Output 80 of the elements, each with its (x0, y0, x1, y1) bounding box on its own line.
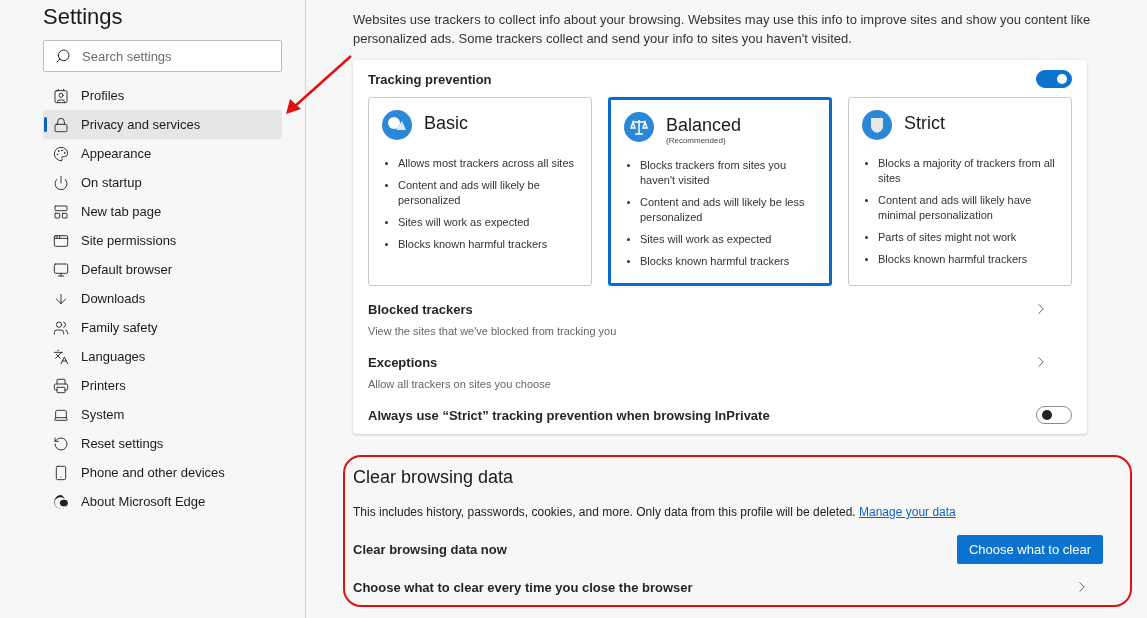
row-title[interactable]: Blocked trackers (368, 302, 473, 317)
sidebar-item[interactable]: Default browser (43, 255, 282, 284)
profile-icon (53, 87, 69, 104)
sidebar-item[interactable]: Reset settings (43, 429, 282, 458)
lock-icon (53, 116, 69, 133)
level-title: Basic (424, 112, 468, 135)
search-icon (55, 48, 71, 64)
bullet-icon (627, 164, 630, 167)
bullet-icon (627, 238, 630, 241)
bullet-icon (865, 258, 868, 261)
sidebar-item[interactable]: About Microsoft Edge (43, 487, 282, 516)
bullet-icon (865, 162, 868, 165)
people-icon (53, 319, 69, 336)
row-title[interactable]: Exceptions (368, 355, 438, 370)
sidebar-item[interactable]: New tab page (43, 197, 282, 226)
level-title: Balanced (666, 114, 742, 137)
bullet-icon (627, 260, 630, 263)
intro-text: Websites use trackers to collect info about your browsing. Websites may use this info to improve sites and show you content like personalized ads. Some trackers collect and send your info to sites you haven't visited. (353, 11, 1092, 48)
printer-icon (53, 377, 69, 394)
inprivate-label: Always use “Strict” tracking prevention when browsing InPrivate (368, 407, 770, 423)
level-card[interactable]: Balanced (Recommended) Blocks trackers from sites you haven't visited Content and ads will likely be less personalized Sites will work as expected Blocks known harmful trackers (608, 97, 832, 286)
choose-button[interactable]: Choose what to clear (956, 535, 1103, 564)
bullet-text: Allows most trackers across all sites (398, 157, 575, 169)
manage-data-link[interactable]: Manage your data (859, 505, 956, 519)
shapes-icon (382, 110, 412, 140)
bullet-text: Blocks a majority of trackers from all sites (878, 157, 1055, 184)
sidebar-item[interactable]: Privacy and services (43, 110, 282, 139)
bullet-text: Blocks known harmful trackers (878, 253, 1028, 265)
sidebar-item[interactable]: Site permissions (43, 226, 282, 255)
bullet-icon (385, 243, 388, 246)
section-description: This includes history, passwords, cookies, and more. Only data from this profile will be deleted. Manage your data (353, 505, 957, 519)
level-title: Strict (904, 112, 945, 135)
sidebar-item[interactable]: Printers (43, 371, 282, 400)
sidebar-item[interactable]: System (43, 400, 282, 429)
section-title: Clear browsing data (353, 467, 515, 488)
row-title: Clear browsing data now (353, 542, 507, 557)
bullet-text: Parts of sites might not work (878, 231, 1017, 243)
phone-icon (53, 464, 69, 481)
bullet-text: Sites will work as expected (398, 216, 530, 228)
sidebar-item[interactable]: Family safety (43, 313, 282, 342)
sidebar-item[interactable]: Profiles (43, 81, 282, 110)
window-icon (53, 232, 69, 249)
settings-title: Settings (43, 4, 124, 30)
sidebar-item[interactable]: On startup (43, 168, 282, 197)
search-field[interactable]: Search settings (43, 40, 282, 72)
tracking-title: Tracking prevention (368, 71, 492, 87)
bullet-icon (385, 184, 388, 187)
languages-icon (53, 348, 69, 365)
row-description: View the sites that we've blocked from tracking you (368, 325, 617, 337)
reset-icon (53, 435, 69, 452)
bullet-text: Sites will work as expected (640, 233, 772, 245)
bullet-text: Content and ads will likely be less personalized (640, 196, 805, 223)
level-subtitle: (Recommended) (666, 136, 727, 145)
toggle-switch[interactable] (1036, 70, 1072, 88)
sidebar-item[interactable]: Appearance (43, 139, 282, 168)
layout-icon (53, 203, 69, 220)
sidebar-item[interactable]: Languages (43, 342, 282, 371)
bullet-icon (627, 201, 630, 204)
bullet-text: Content and ads will likely be personalized (398, 179, 540, 206)
monitor-icon (53, 261, 69, 278)
level-card[interactable]: Basic Allows most trackers across all sites Content and ads will likely be personalized Sites will work as expected Blocks known harmful trackers (368, 97, 592, 286)
bullet-text: Content and ads will likely have minimal personalization (878, 194, 1032, 221)
bullet-icon (385, 221, 388, 224)
bullet-icon (865, 199, 868, 202)
bullet-text: Blocks trackers from sites you haven't visited (640, 159, 787, 186)
bullet-text: Blocks known harmful trackers (398, 238, 548, 250)
sidebar-item[interactable]: Phone and other devices (43, 458, 282, 487)
row-title[interactable]: Choose what to clear every time you close the browser (353, 579, 693, 595)
level-card[interactable]: Strict Blocks a majority of trackers from all sites Content and ads will likely have minimal personalization Parts of sites might not work Blocks known harmful trackers (848, 97, 1072, 286)
sidebar-item[interactable]: Downloads (43, 284, 282, 313)
bullet-icon (385, 162, 388, 165)
annotation-arrow (286, 55, 352, 114)
bullet-icon (865, 236, 868, 239)
shield-icon (862, 110, 892, 140)
power-icon (53, 174, 69, 191)
row-description: Allow all trackers on sites you choose (368, 378, 551, 390)
toggle-switch[interactable] (1036, 406, 1072, 424)
palette-icon (53, 145, 69, 162)
scale-icon (624, 112, 654, 142)
bullet-text: Blocks known harmful trackers (640, 255, 790, 267)
